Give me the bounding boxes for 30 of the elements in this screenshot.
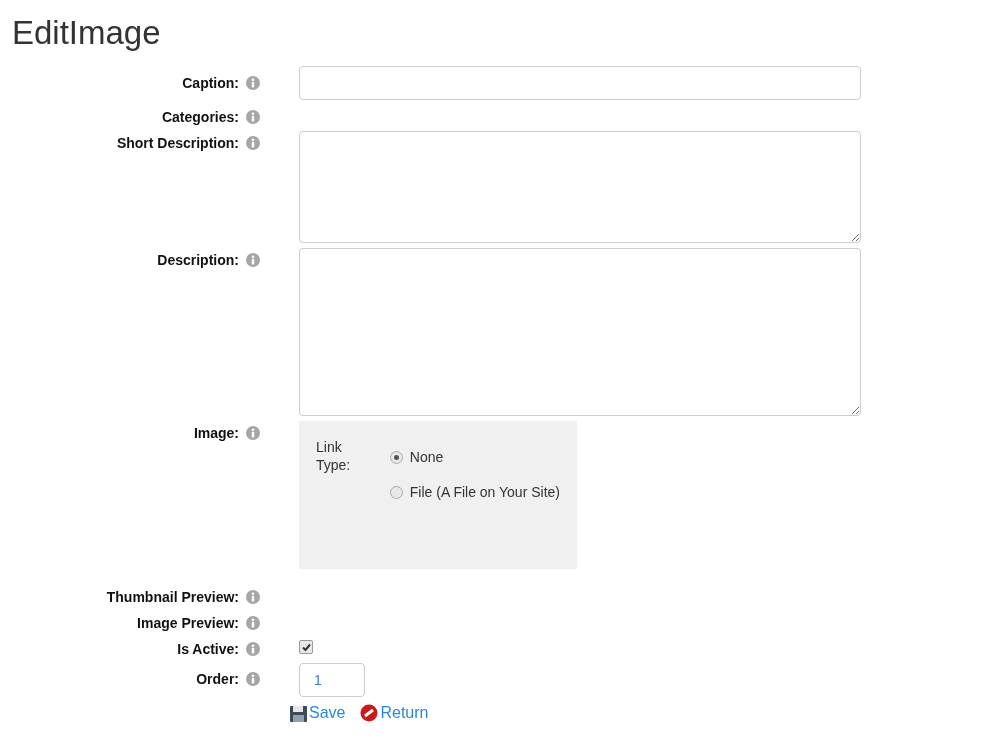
radio-option[interactable]: File (A File on Your Site) — [389, 484, 560, 500]
field-label: Caption: — [181, 74, 239, 92]
info-icon — [246, 110, 260, 124]
save-link[interactable]: Save — [290, 704, 346, 722]
field-label: Thumbnail Preview: — [105, 588, 239, 606]
link-type-label: Link Type: — [316, 438, 352, 474]
field-label: Image: — [192, 424, 239, 442]
return-link[interactable]: Return — [360, 704, 429, 722]
info-icon — [246, 426, 260, 440]
radio-option[interactable]: None — [389, 440, 560, 474]
field-label: Is Active: — [176, 640, 239, 658]
info-icon — [246, 616, 260, 630]
info-icon — [246, 672, 260, 686]
field-label: Order: — [195, 670, 239, 688]
description-textarea[interactable] — [299, 131, 861, 243]
no-entry-icon — [360, 704, 379, 722]
caption-input[interactable] — [299, 66, 861, 100]
info-icon — [246, 76, 260, 90]
info-icon — [246, 642, 260, 656]
description-textarea[interactable] — [299, 248, 861, 416]
checkbox[interactable] — [299, 640, 313, 654]
info-icon — [246, 590, 260, 604]
order-input[interactable]: 1 — [299, 663, 365, 697]
field-label: Categories: — [160, 108, 239, 126]
field-label: Image Preview: — [136, 614, 239, 632]
info-icon — [246, 136, 260, 150]
page-title: EditImage — [12, 14, 162, 52]
info-icon — [246, 253, 260, 267]
field-label: Description: — [156, 251, 239, 269]
field-label: Short Description: — [115, 134, 239, 152]
